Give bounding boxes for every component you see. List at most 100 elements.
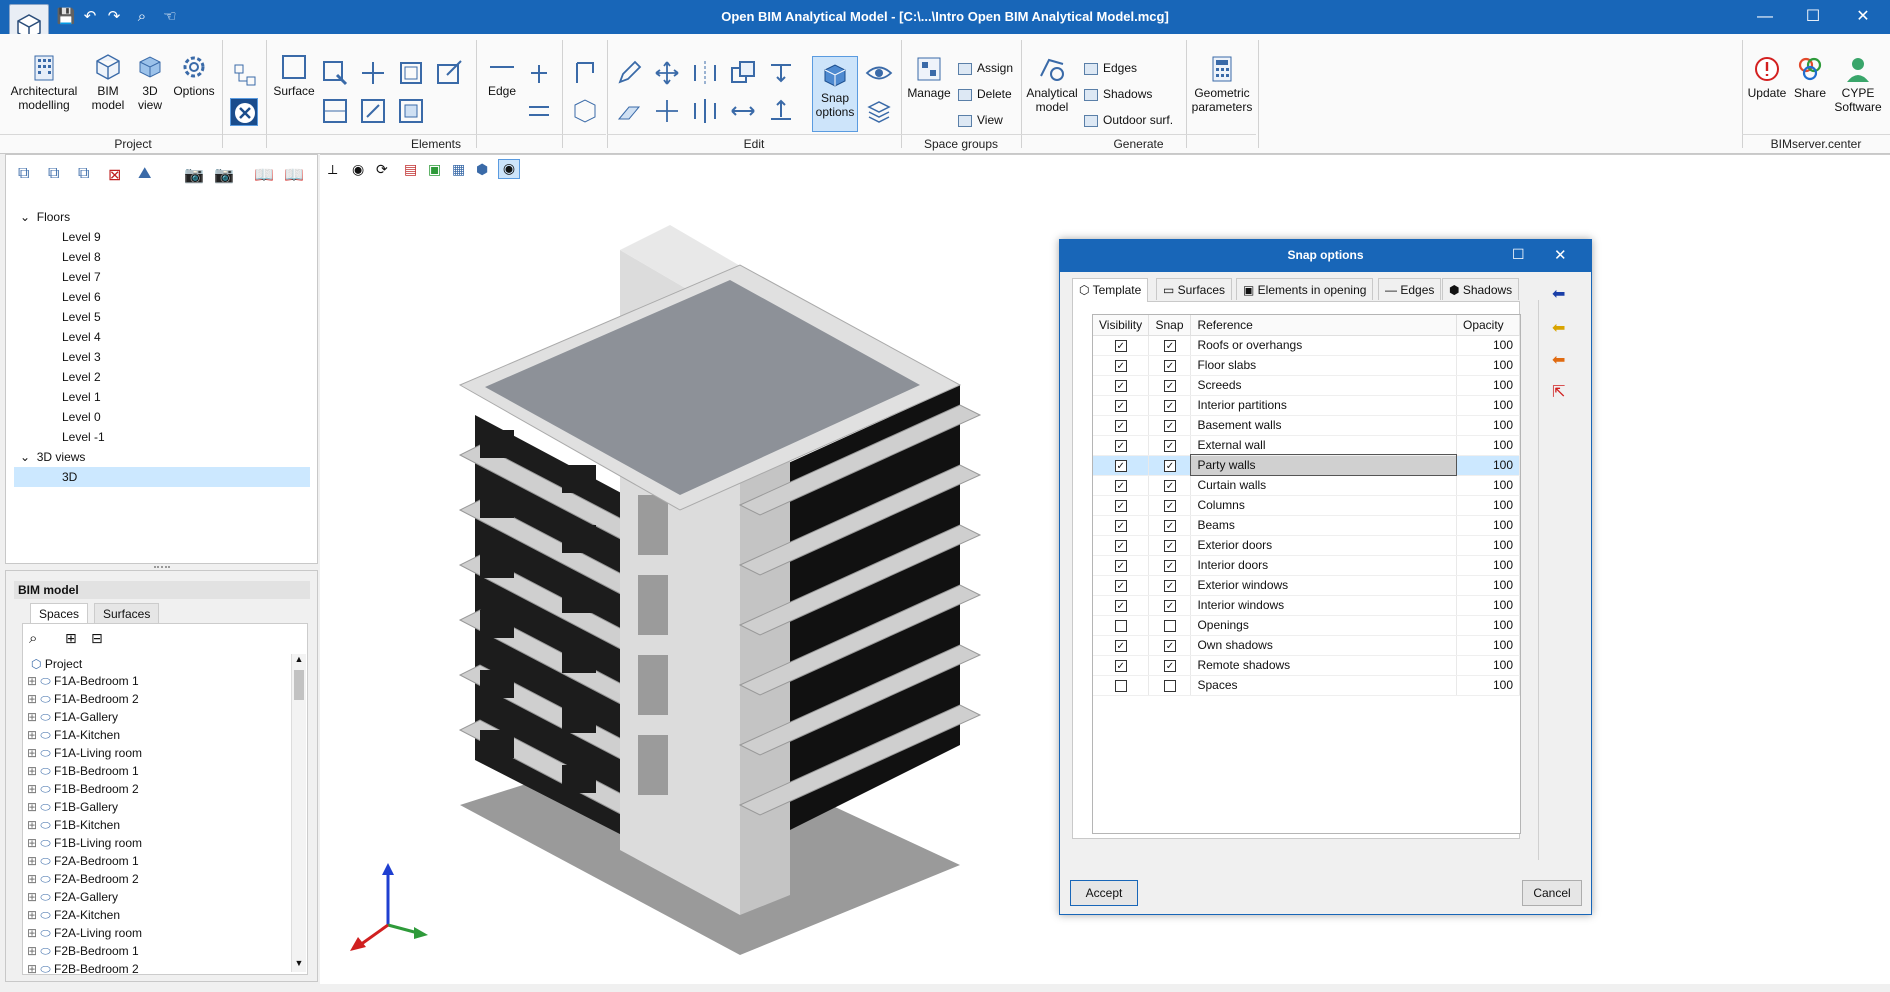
visibility-checkbox[interactable]: ✓ xyxy=(1114,559,1127,572)
minimize-button[interactable]: — xyxy=(1742,0,1788,34)
stretch-icon[interactable] xyxy=(728,96,756,124)
space-list-item[interactable]: ⊞ ⬭ F2B-Bedroom 1 xyxy=(27,942,139,960)
edit-view-icon[interactable]: ⧉ xyxy=(48,165,59,183)
outdoor-surf-button[interactable]: Outdoor surf. xyxy=(1084,110,1173,130)
table-row[interactable]: ✓ ✓ Basement walls 100 xyxy=(1093,415,1521,436)
expand-icon[interactable]: ⊞ xyxy=(27,674,40,688)
save-icon[interactable]: 💾 xyxy=(56,7,76,27)
copy-view-icon[interactable]: ⧉ xyxy=(78,165,89,183)
table-row[interactable]: ✓ ✓ Interior windows 100 xyxy=(1093,595,1521,616)
tree-item-floor[interactable]: Level -1 xyxy=(62,427,105,447)
architectural-modelling-button[interactable]: Architectural modelling xyxy=(6,52,82,112)
import-icon[interactable]: ⬅ xyxy=(1552,284,1565,304)
tree-item-floor[interactable]: Level 9 xyxy=(62,227,101,247)
analytical-model-button[interactable]: Analytical model xyxy=(1024,54,1080,114)
section-view-icon[interactable]: ⛰ xyxy=(138,165,151,183)
export-icon[interactable]: ⇱ xyxy=(1552,382,1565,402)
opacity-cell[interactable]: 100 xyxy=(1456,635,1521,656)
visibility-checkbox[interactable] xyxy=(1114,679,1127,692)
space-list-item[interactable]: ⊞ ⬭ F1A-Kitchen xyxy=(27,726,120,744)
expand-icon[interactable]: ⊞ xyxy=(27,764,40,778)
dialog-maximize-button[interactable]: ☐ xyxy=(1512,246,1525,263)
search-icon[interactable]: ⌕ xyxy=(29,630,37,647)
opacity-cell[interactable]: 100 xyxy=(1456,455,1521,476)
space-list-item[interactable]: ⊞ ⬭ F2B-Bedroom 2 xyxy=(27,960,139,978)
scroll-thumb[interactable] xyxy=(294,670,304,700)
opacity-cell[interactable]: 100 xyxy=(1456,615,1521,636)
align-icon[interactable] xyxy=(766,58,794,86)
visibility-checkbox[interactable]: ✓ xyxy=(1114,439,1127,452)
snap-checkbox[interactable]: ✓ xyxy=(1163,339,1176,352)
tree-item-floor[interactable]: Level 5 xyxy=(62,307,101,327)
snap-checkbox[interactable]: ✓ xyxy=(1163,439,1176,452)
delete-button[interactable]: Delete xyxy=(958,84,1012,104)
edges-button[interactable]: Edges xyxy=(1084,58,1137,78)
snap-checkbox[interactable]: ✓ xyxy=(1163,579,1176,592)
table-row[interactable]: ✓ ✓ Roofs or overhangs 100 xyxy=(1093,335,1521,356)
manage-button[interactable]: Manage xyxy=(904,54,954,100)
table-row[interactable]: ✓ ✓ Beams 100 xyxy=(1093,515,1521,536)
visibility-checkbox[interactable]: ✓ xyxy=(1114,499,1127,512)
opacity-cell[interactable]: 100 xyxy=(1456,335,1521,356)
opacity-cell[interactable]: 100 xyxy=(1456,355,1521,376)
scroll-down-icon[interactable]: ▼ xyxy=(293,958,305,972)
table-row[interactable]: ✓ ✓ Remote shadows 100 xyxy=(1093,655,1521,676)
tree-item-floor[interactable]: Level 6 xyxy=(62,287,101,307)
edge-button[interactable]: Edge xyxy=(482,52,522,98)
bim-model-button[interactable]: BIM model xyxy=(88,52,128,112)
tab-elements-in-opening[interactable]: ▣ Elements in opening xyxy=(1236,278,1374,300)
undo-icon[interactable]: ↶ xyxy=(80,7,100,27)
opacity-cell[interactable]: 100 xyxy=(1456,675,1521,696)
table-row[interactable]: Openings 100 xyxy=(1093,615,1521,636)
visibility-checkbox[interactable]: ✓ xyxy=(1114,639,1127,652)
expand-icon[interactable]: ⊞ xyxy=(27,746,40,760)
opacity-cell[interactable]: 100 xyxy=(1456,535,1521,556)
space-list-item[interactable]: ⊞ ⬭ F1B-Living room xyxy=(27,834,142,852)
visibility-checkbox[interactable] xyxy=(1114,619,1127,632)
visibility-checkbox[interactable]: ✓ xyxy=(1114,659,1127,672)
layers-icon[interactable] xyxy=(864,96,892,124)
snap-checkbox[interactable]: ✓ xyxy=(1163,599,1176,612)
tree-item-floor[interactable]: Level 3 xyxy=(62,347,101,367)
update-button[interactable]: Update xyxy=(1744,54,1790,100)
snap-checkbox[interactable]: ✓ xyxy=(1163,639,1176,652)
tab-template[interactable]: ⬡ Template xyxy=(1072,278,1149,302)
expand-icon[interactable]: ⊞ xyxy=(27,692,40,706)
element-tool-5-icon[interactable] xyxy=(320,96,348,124)
copy-icon[interactable] xyxy=(728,58,756,86)
snap-checkbox[interactable]: ✓ xyxy=(1163,419,1176,432)
table-row[interactable]: ✓ ✓ External wall 100 xyxy=(1093,435,1521,456)
col-reference[interactable]: Reference xyxy=(1190,315,1457,336)
snap-checkbox[interactable] xyxy=(1163,679,1176,692)
expand-icon[interactable]: ⊞ xyxy=(27,782,40,796)
scrollbar[interactable]: ▲ ▼ xyxy=(291,654,306,972)
visibility-checkbox[interactable]: ✓ xyxy=(1114,579,1127,592)
cype-software-button[interactable]: CYPE Software xyxy=(1832,54,1884,114)
visibility-checkbox[interactable]: ✓ xyxy=(1114,359,1127,372)
table-row[interactable]: ✓ ✓ Screeds 100 xyxy=(1093,375,1521,396)
tree-item-floor[interactable]: Level 0 xyxy=(62,407,101,427)
pan-hand-icon[interactable]: ☜ xyxy=(160,7,180,27)
camera-settings-icon[interactable]: 📷 xyxy=(214,165,234,185)
dialog-close-button[interactable]: ✕ xyxy=(1554,246,1567,264)
element-tool-4-icon[interactable] xyxy=(434,58,462,86)
elements-tool-9-icon[interactable] xyxy=(570,96,598,124)
snap-checkbox[interactable] xyxy=(1163,619,1176,632)
visibility-checkbox[interactable]: ✓ xyxy=(1114,479,1127,492)
distribute-icon[interactable] xyxy=(766,96,794,124)
snap-checkbox[interactable]: ✓ xyxy=(1163,539,1176,552)
opacity-cell[interactable]: 100 xyxy=(1456,415,1521,436)
snap-checkbox[interactable]: ✓ xyxy=(1163,559,1176,572)
options-button[interactable]: Options xyxy=(172,52,216,98)
book-icon[interactable]: 📖 xyxy=(254,165,274,185)
table-row[interactable]: ✓ ✓ Curtain walls 100 xyxy=(1093,475,1521,496)
tab-surfaces[interactable]: Surfaces xyxy=(94,603,160,623)
3d-view-button[interactable]: 3D view xyxy=(130,52,170,112)
space-list-item[interactable]: ⊞ ⬭ F1B-Bedroom 1 xyxy=(27,762,139,780)
tree-item-floor[interactable]: Level 2 xyxy=(62,367,101,387)
table-row[interactable]: ✓ ✓ Own shadows 100 xyxy=(1093,635,1521,656)
space-list-item[interactable]: ⊞ ⬭ F1B-Bedroom 2 xyxy=(27,780,139,798)
load-template-icon[interactable]: ⬅ xyxy=(1552,318,1565,338)
space-list-item[interactable]: ⊞ ⬭ F1A-Bedroom 2 xyxy=(27,690,139,708)
space-list-item[interactable]: ⊞ ⬭ F2A-Kitchen xyxy=(27,906,120,924)
